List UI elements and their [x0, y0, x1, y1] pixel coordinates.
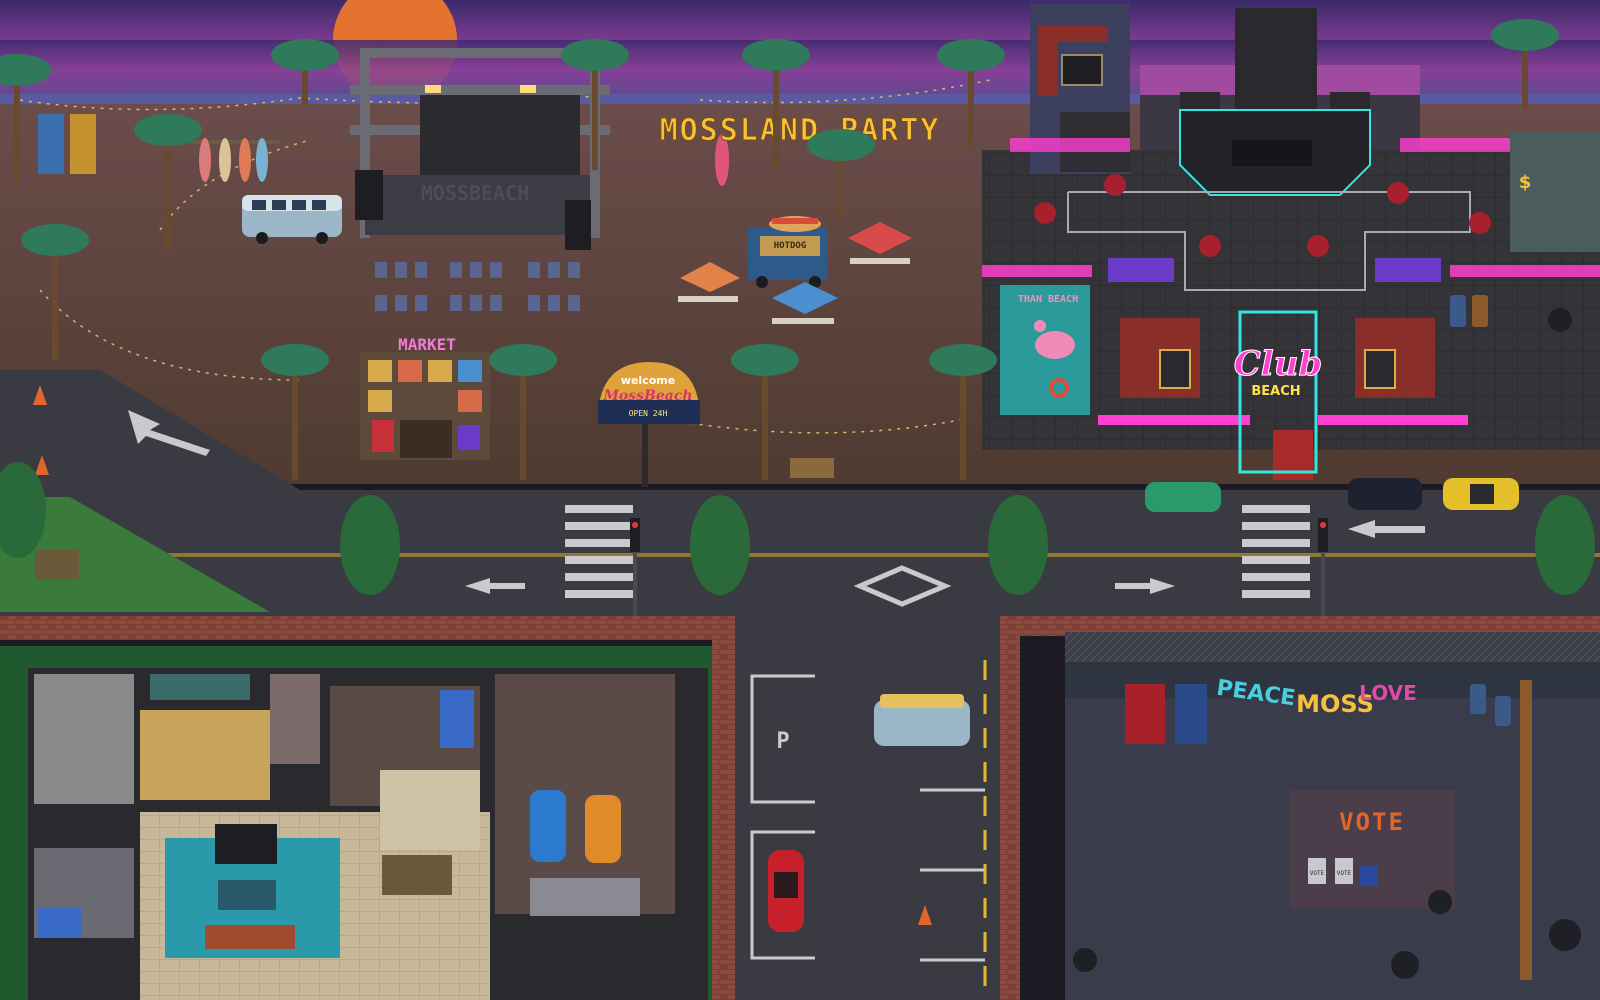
sidewalk-vertical-right[interactable]: [1000, 616, 1020, 1000]
ballot-box-label-2: VOTE: [1337, 870, 1352, 877]
club-name: Club: [1234, 344, 1322, 384]
cross-road[interactable]: [735, 616, 1000, 1000]
parking-letter: P: [776, 729, 789, 754]
pool-sign: THAN BEACH: [1018, 294, 1078, 305]
graffiti-love: LOVE: [1359, 681, 1417, 705]
stage-banner: MOSSBEACH: [421, 181, 529, 205]
ballot-box-label-1: VOTE: [1310, 870, 1325, 877]
welcome-sign-line1: welcome: [621, 374, 675, 387]
club-subtitle: BEACH: [1251, 384, 1300, 399]
hotdog-sign: HOTDOG: [774, 241, 807, 251]
vote-sign: VOTE: [1339, 808, 1405, 836]
market-sign: MARKET: [398, 335, 456, 354]
van-icon[interactable]: [242, 195, 342, 244]
welcome-sign-line3: OPEN 24H: [629, 409, 668, 418]
party-sign: MOSSLAND PARTY: [660, 113, 941, 148]
beach-bench[interactable]: [790, 458, 834, 478]
house[interactable]: [0, 646, 712, 1000]
game-scene[interactable]: MOSSBEACH MOSSLAND PARTY HOTDOG MARKET w…: [0, 0, 1600, 1000]
market-stall[interactable]: [360, 352, 490, 460]
fenced-lot[interactable]: [1065, 632, 1600, 1000]
sidewalk-vertical-left[interactable]: [712, 616, 735, 1000]
vault-symbol: $: [1519, 172, 1532, 193]
road-centerline: [0, 553, 1600, 557]
park-bench[interactable]: [35, 550, 79, 580]
welcome-sign-line2: MossBeach: [602, 388, 692, 404]
sidewalk-left[interactable]: [0, 616, 735, 640]
